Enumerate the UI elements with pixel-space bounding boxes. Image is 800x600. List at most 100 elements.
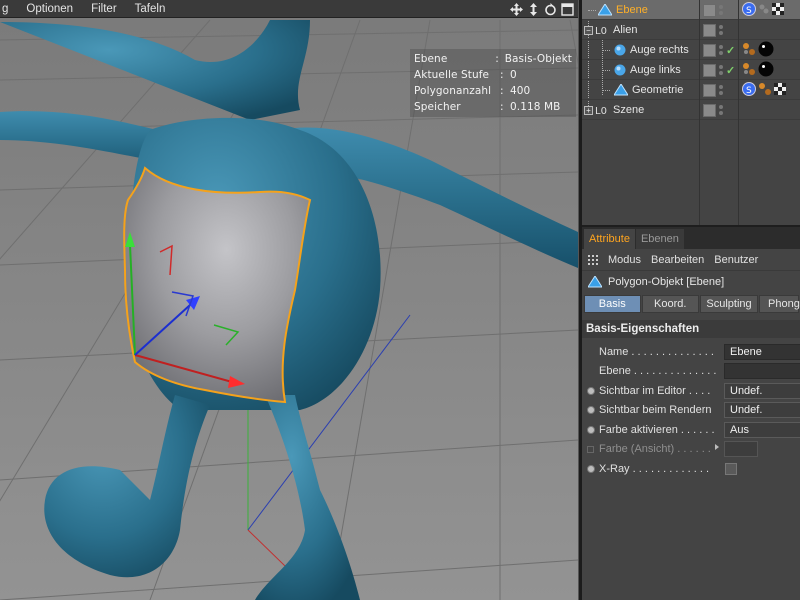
- rotate-view-icon[interactable]: [543, 2, 557, 16]
- menu-benutzer[interactable]: Benutzer: [714, 254, 758, 266]
- object-name[interactable]: Geometrie: [632, 84, 683, 96]
- xray-checkbox[interactable]: [725, 462, 737, 475]
- 3d-viewport[interactable]: g Optionen Filter Tafeln Ebene: Basis-Obj…: [0, 0, 578, 600]
- material-dots-icon[interactable]: [742, 42, 756, 59]
- prop-row-name: Name . . . . . . . . . . . . . . Ebene: [582, 342, 800, 362]
- subtab-sculpting[interactable]: Sculpting: [700, 295, 758, 313]
- enabled-check-icon[interactable]: ✓: [726, 44, 735, 57]
- hud-value: Basis-Objekt: [504, 53, 572, 65]
- null-icon: L0: [595, 24, 609, 36]
- visibility-dots-icon[interactable]: [719, 25, 723, 35]
- menu-bearbeiten[interactable]: Bearbeiten: [651, 254, 704, 266]
- object-row-szene[interactable]: + L0 Szene: [582, 100, 800, 120]
- group-header-basis-eigenschaften: Basis-Eigenschaften: [582, 320, 800, 338]
- name-field[interactable]: Ebene: [724, 343, 800, 360]
- attribute-subtabs: Basis Koord. Sculpting Phong: [582, 295, 800, 315]
- hud-row: Ebene: Basis-Objekt: [414, 53, 572, 65]
- animation-radio-icon[interactable]: [587, 406, 595, 415]
- svg-text:S: S: [746, 6, 752, 16]
- tab-ebenen[interactable]: Ebenen: [635, 229, 684, 249]
- layer-field[interactable]: [724, 363, 800, 380]
- attribute-manager: Attribute Ebenen Modus Bearbeiten Benutz…: [582, 225, 800, 600]
- hud-key: Polygonanzahl: [414, 85, 492, 97]
- maximize-view-icon[interactable]: [560, 2, 574, 16]
- layer-icon[interactable]: [703, 43, 716, 57]
- visibility-dots-icon[interactable]: [719, 105, 723, 115]
- object-name[interactable]: Szene: [613, 104, 644, 116]
- object-manager: Ebene S − L0 Alien Auge rechts ✓ Auge li…: [582, 0, 800, 225]
- expand-arrow-icon[interactable]: [715, 443, 719, 450]
- object-row-auge-rechts[interactable]: Auge rechts ✓: [582, 40, 800, 60]
- visible-in-editor-dropdown[interactable]: Undef.: [724, 382, 800, 399]
- checker-texture-icon[interactable]: [772, 2, 784, 18]
- animation-radio-icon[interactable]: [587, 386, 595, 395]
- layer-icon[interactable]: [703, 3, 716, 17]
- pan-view-icon[interactable]: [526, 2, 540, 16]
- hud-key: Ebene: [414, 53, 448, 65]
- menu-modus[interactable]: Modus: [608, 254, 641, 266]
- visibility-dots-icon[interactable]: [719, 45, 723, 55]
- tab-attribute[interactable]: Attribute: [584, 229, 635, 249]
- menu-filter[interactable]: Filter: [91, 3, 125, 15]
- subtab-basis[interactable]: Basis: [584, 295, 641, 313]
- use-color-dropdown[interactable]: Aus: [724, 421, 800, 438]
- menu-ansicht-partial[interactable]: g: [0, 3, 16, 15]
- sculpt-tag-icon[interactable]: S: [742, 81, 756, 99]
- object-name[interactable]: Ebene: [616, 4, 648, 16]
- layer-icon[interactable]: [703, 63, 716, 77]
- object-row-geometrie[interactable]: Geometrie S: [582, 80, 800, 100]
- collapse-icon[interactable]: −: [584, 25, 593, 35]
- prop-label: Farbe aktivieren . . . . . .: [599, 423, 715, 436]
- material-dots-icon[interactable]: [758, 82, 772, 99]
- visible-in-render-dropdown[interactable]: Undef.: [724, 402, 800, 419]
- prop-row-farbe-aktivieren: Farbe aktivieren . . . . . . Aus: [582, 420, 800, 440]
- subtab-koord[interactable]: Koord.: [641, 295, 699, 313]
- attribute-object-title: Polygon-Objekt [Ebene]: [608, 276, 725, 288]
- menu-optionen[interactable]: Optionen: [26, 3, 81, 15]
- enabled-check-icon[interactable]: ✓: [726, 64, 735, 77]
- expand-icon[interactable]: +: [584, 105, 593, 115]
- object-name[interactable]: Alien: [613, 24, 637, 36]
- prop-row-sichtbar-rendern: Sichtbar beim Rendern Undef.: [582, 401, 800, 421]
- object-row-ebene[interactable]: Ebene S: [582, 0, 800, 20]
- polygon-object-icon: [588, 276, 602, 288]
- prop-label: Name . . . . . . . . . . . . . .: [599, 345, 714, 358]
- layer-icon[interactable]: [703, 103, 716, 117]
- sphere-icon: [614, 44, 626, 56]
- visibility-dots-icon[interactable]: [719, 65, 723, 75]
- hud-value: 0.118 MB: [510, 101, 561, 113]
- viewport-menubar: g Optionen Filter Tafeln: [0, 0, 578, 18]
- display-color-swatch[interactable]: [724, 441, 758, 458]
- black-material-icon[interactable]: [758, 61, 774, 80]
- prop-label: Sichtbar beim Rendern: [599, 404, 712, 417]
- object-row-alien[interactable]: − L0 Alien: [582, 20, 800, 40]
- subtab-phong[interactable]: Phong: [759, 295, 800, 313]
- viewport-hud-info: Ebene: Basis-Objekt Aktuelle Stufe:0 Poly…: [410, 49, 576, 117]
- hud-value: 400: [510, 85, 531, 97]
- visibility-dots-icon[interactable]: [719, 85, 723, 95]
- object-name[interactable]: Auge links: [630, 64, 681, 76]
- tag-dots-icon[interactable]: [758, 3, 770, 18]
- black-material-icon[interactable]: [758, 41, 774, 60]
- attribute-header: Polygon-Objekt [Ebene]: [582, 271, 800, 293]
- menu-tafeln[interactable]: Tafeln: [135, 3, 174, 15]
- layer-icon[interactable]: [703, 83, 716, 97]
- object-name[interactable]: Auge rechts: [630, 44, 689, 56]
- material-dots-icon[interactable]: [742, 62, 756, 79]
- layer-icon[interactable]: [703, 23, 716, 37]
- prop-row-sichtbar-editor: Sichtbar im Editor . . . . Undef.: [582, 381, 800, 401]
- checker-texture-icon[interactable]: [774, 82, 786, 98]
- animation-radio-icon[interactable]: [587, 464, 595, 473]
- object-row-auge-links[interactable]: Auge links ✓: [582, 60, 800, 80]
- selected-plane-object[interactable]: [123, 166, 312, 404]
- visibility-dots-icon[interactable]: [719, 5, 723, 15]
- hud-row: Speicher:0.118 MB: [414, 101, 561, 113]
- prop-label: Ebene . . . . . . . . . . . . . .: [599, 365, 717, 378]
- grid-menu-icon[interactable]: [588, 254, 598, 265]
- hud-row: Polygonanzahl:400: [414, 85, 531, 97]
- animation-radio-icon[interactable]: [587, 425, 595, 434]
- prop-label: Sichtbar im Editor . . . .: [599, 384, 711, 397]
- disabled-radio-icon: [587, 445, 594, 453]
- move-view-icon[interactable]: [509, 2, 523, 16]
- sculpt-tag-icon[interactable]: S: [742, 1, 756, 19]
